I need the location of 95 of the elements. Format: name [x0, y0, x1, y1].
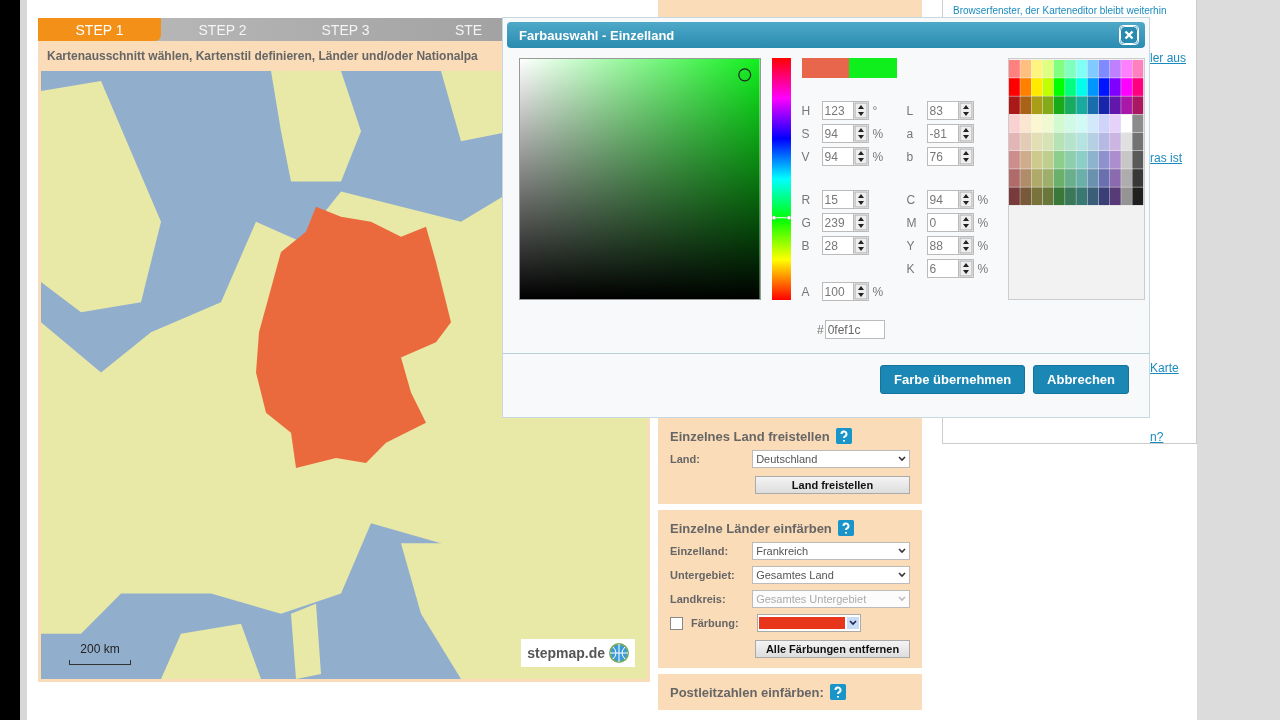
- number-field[interactable]: 28: [821, 236, 853, 255]
- unit-label: %: [976, 238, 990, 253]
- dialog-title: Farbauswahl - Einzelland: [519, 27, 675, 43]
- slider-thumb[interactable]: [771, 215, 791, 220]
- spinner-icon[interactable]: [957, 213, 974, 232]
- help-link[interactable]: ras ist: [1150, 151, 1182, 165]
- field-label: A: [801, 284, 811, 299]
- number-field[interactable]: 239: [821, 213, 853, 232]
- spinner-icon[interactable]: [852, 190, 869, 209]
- number-field[interactable]: 0: [926, 213, 958, 232]
- spinner-icon[interactable]: [957, 147, 974, 166]
- number-field[interactable]: 88: [926, 236, 958, 255]
- unit-label: %: [976, 261, 990, 276]
- help-icon[interactable]: [837, 520, 854, 536]
- hex-label: #: [817, 322, 824, 337]
- unit-label: %: [871, 149, 885, 164]
- globe-icon: [609, 643, 629, 663]
- panel-title: Einzelne Länder einfärben: [670, 520, 832, 536]
- field-label: Einzelland:: [670, 545, 730, 557]
- number-field[interactable]: 6: [926, 259, 958, 278]
- old-color-swatch: [801, 58, 850, 78]
- chevron-icon: [898, 456, 906, 462]
- number-field[interactable]: 83: [926, 101, 958, 120]
- field-label: Färbung:: [691, 617, 740, 629]
- chevron-icon: [898, 572, 906, 578]
- scale-label: 200 km: [80, 642, 120, 656]
- number-field[interactable]: 94: [926, 190, 958, 209]
- spinner-icon[interactable]: [957, 101, 974, 120]
- field-label: b: [906, 149, 915, 164]
- spinner-icon[interactable]: [957, 236, 974, 255]
- help-icon[interactable]: [829, 684, 846, 700]
- checkbox[interactable]: [670, 616, 683, 630]
- help-icon[interactable]: [835, 428, 852, 444]
- spinner-icon[interactable]: [957, 190, 974, 209]
- unit-label: %: [871, 284, 885, 299]
- field-label: a: [906, 126, 915, 141]
- scale-bar: [69, 660, 131, 665]
- color-palette[interactable]: [1008, 58, 1145, 300]
- field-label: Land:: [670, 453, 701, 465]
- spinner-icon[interactable]: [957, 124, 974, 143]
- number-field[interactable]: 76: [926, 147, 958, 166]
- field-label: Y: [906, 238, 916, 253]
- help-link[interactable]: ler aus: [1150, 51, 1187, 65]
- unit-label: °: [871, 103, 879, 118]
- field-label: R: [801, 192, 812, 207]
- field-label: Landkreis:: [670, 593, 727, 605]
- dropdown[interactable]: Deutschland: [752, 450, 910, 468]
- panel-title: Einzelnes Land freistellen: [670, 428, 830, 444]
- field-label: L: [906, 103, 915, 118]
- number-field[interactable]: 94: [821, 124, 853, 143]
- field-label: S: [801, 126, 811, 141]
- hue-slider[interactable]: [771, 58, 791, 300]
- saturation-value-picker[interactable]: [519, 58, 761, 300]
- number-field[interactable]: 94: [821, 147, 853, 166]
- spinner-icon[interactable]: [957, 259, 974, 278]
- close-icon[interactable]: [1119, 25, 1139, 45]
- chevron-icon: [898, 548, 906, 554]
- chevron-icon: [898, 596, 906, 602]
- spinner-icon[interactable]: [852, 147, 869, 166]
- field-label: M: [906, 215, 918, 230]
- field-label: C: [906, 192, 917, 207]
- number-field[interactable]: -81: [926, 124, 958, 143]
- field-label: G: [801, 215, 812, 230]
- spinner-icon[interactable]: [852, 101, 869, 120]
- spinner-icon[interactable]: [852, 236, 869, 255]
- unit-label: %: [976, 215, 990, 230]
- spinner-icon[interactable]: [852, 213, 869, 232]
- help-link[interactable]: Karte: [1150, 361, 1179, 375]
- field-label: H: [801, 103, 812, 118]
- panel-button[interactable]: Land freistellen: [755, 476, 910, 494]
- dropdown[interactable]: Gesamtes Land: [752, 566, 910, 584]
- unit-label: %: [871, 126, 885, 141]
- logo-badge: stepmap.de: [521, 639, 635, 667]
- spinner-icon[interactable]: [852, 124, 869, 143]
- chevron-icon: [847, 617, 859, 629]
- hex-field[interactable]: 0fef1c: [824, 320, 885, 339]
- help-link[interactable]: n?: [1150, 430, 1164, 444]
- field-label: B: [801, 238, 811, 253]
- dropdown[interactable]: Frankreich: [752, 542, 910, 560]
- field-label: V: [801, 149, 811, 164]
- number-field[interactable]: 123: [821, 101, 853, 120]
- spinner-icon[interactable]: [852, 282, 869, 301]
- number-field[interactable]: 15: [821, 190, 853, 209]
- unit-label: %: [976, 192, 990, 207]
- number-field[interactable]: 100: [821, 282, 853, 301]
- dialog-button[interactable]: Abbrechen: [1033, 365, 1129, 394]
- new-color-swatch: [849, 58, 897, 78]
- panel-button[interactable]: Alle Färbungen entfernen: [755, 640, 910, 658]
- step-tab[interactable]: STEP 1: [38, 18, 161, 41]
- help-link[interactable]: Browserfenster, der Karteneditor bleibt weiterhin: [953, 5, 1167, 16]
- color-dropdown[interactable]: [757, 614, 861, 632]
- dialog-button[interactable]: Farbe übernehmen: [880, 365, 1026, 394]
- field-label: Untergebiet:: [670, 569, 736, 581]
- panel-title: Postleitzahlen einfärben:: [670, 684, 824, 700]
- field-label: K: [906, 261, 916, 276]
